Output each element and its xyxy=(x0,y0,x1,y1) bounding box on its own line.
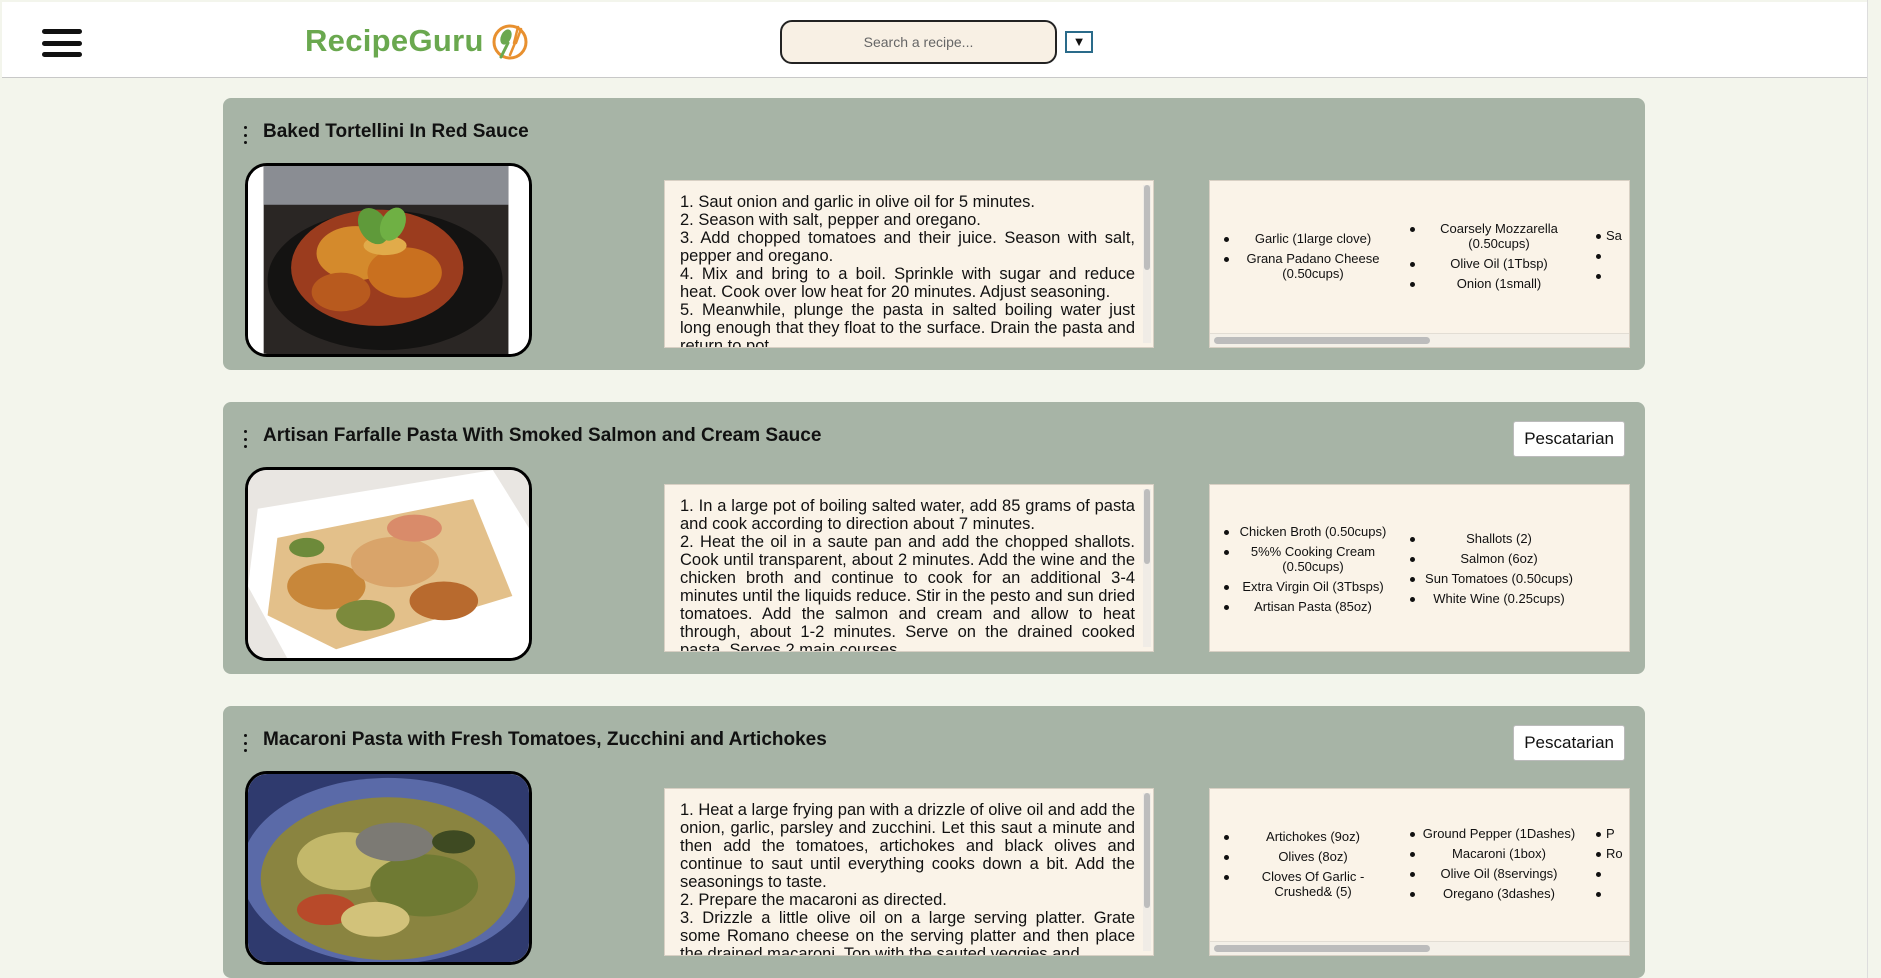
ingredients-column: P Ro xyxy=(1582,789,1629,939)
ingredient-item: P xyxy=(1582,824,1629,844)
ingredient-item: 5%% Cooking Cream (0.50cups) xyxy=(1210,542,1390,577)
ingredient-item: Coarsely Mozzarella (0.50cups) xyxy=(1396,219,1576,254)
ingredient-item: Macaroni (1box) xyxy=(1396,844,1576,864)
recipe-title: Macaroni Pasta with Fresh Tomatoes, Zucc… xyxy=(263,729,827,750)
recipe-photo xyxy=(245,771,532,965)
ingredient-item xyxy=(1582,246,1629,266)
instructions-panel[interactable]: 1. Saut onion and garlic in olive oil fo… xyxy=(664,180,1154,348)
ingredient-item: Oregano (3dashes) xyxy=(1396,884,1576,904)
search-filter-dropdown-button[interactable]: ▼ xyxy=(1065,31,1093,53)
ingredient-item: Ground Pepper (1Dashes) xyxy=(1396,824,1576,844)
diet-badge: Pescatarian xyxy=(1513,725,1625,761)
logo-text: RecipeGuru xyxy=(305,23,484,58)
recipe-card[interactable]: Artisan Farfalle Pasta With Smoked Salmo… xyxy=(223,402,1645,674)
ingredient-item: Sa xyxy=(1582,226,1629,246)
ingredients-scrollbar[interactable] xyxy=(1210,941,1629,955)
ingredient-item: Ro xyxy=(1582,844,1629,864)
ingredient-item: Artichokes (9oz) xyxy=(1210,827,1390,847)
instructions-scrollbar[interactable] xyxy=(1143,793,1151,951)
ingredient-item: Cloves Of Garlic - Crushed& (5) xyxy=(1210,867,1390,902)
fork-spoon-logo-icon xyxy=(492,24,528,60)
ingredient-item: Onion (1small) xyxy=(1396,274,1576,294)
app-logo[interactable]: RecipeGuru xyxy=(305,20,530,62)
instructions-panel[interactable]: 1. In a large pot of boiling salted wate… xyxy=(664,484,1154,652)
ingredients-panel[interactable]: Artichokes (9oz) Olives (8oz) Cloves Of … xyxy=(1209,788,1630,956)
instructions-text: 1. In a large pot of boiling salted wate… xyxy=(680,497,1135,652)
instructions-scrollbar[interactable] xyxy=(1143,185,1151,343)
recipe-card[interactable]: Baked Tortellini In Red Sauce 1. Saut on… xyxy=(223,98,1645,370)
ingredients-scrollbar[interactable] xyxy=(1210,333,1629,347)
ingredient-item: Extra Virgin Oil (3Tbsps) xyxy=(1210,577,1390,597)
ingredient-item: White Wine (0.25cups) xyxy=(1396,589,1576,609)
ingredient-item xyxy=(1582,884,1629,904)
instructions-panel[interactable]: 1. Heat a large frying pan with a drizzl… xyxy=(664,788,1154,956)
ingredients-panel[interactable]: Garlic (1large clove) Grana Padano Chees… xyxy=(1209,180,1630,348)
top-navbar: RecipeGuru ▼ xyxy=(2,2,1867,78)
ingredients-column: Shallots (2) Salmon (6oz) Sun Tomatoes (… xyxy=(1396,485,1576,651)
recipe-photo xyxy=(245,467,532,661)
ingredient-item: Olive Oil (1Tbsp) xyxy=(1396,254,1576,274)
instructions-text: 1. Heat a large frying pan with a drizzl… xyxy=(680,801,1135,956)
ingredients-column: Ground Pepper (1Dashes) Macaroni (1box) … xyxy=(1396,789,1576,939)
ingredient-item: Grana Padano Cheese (0.50cups) xyxy=(1210,249,1390,284)
instructions-text: 1. Saut onion and garlic in olive oil fo… xyxy=(680,193,1135,348)
recipe-title: Baked Tortellini In Red Sauce xyxy=(263,121,529,142)
ingredients-column: Chicken Broth (0.50cups) 5%% Cooking Cre… xyxy=(1210,485,1390,651)
ingredient-item: Salmon (6oz) xyxy=(1396,549,1576,569)
ingredient-item: Sun Tomatoes (0.50cups) xyxy=(1396,569,1576,589)
recipe-title: Artisan Farfalle Pasta With Smoked Salmo… xyxy=(263,425,822,446)
card-options-icon[interactable] xyxy=(241,734,249,752)
ingredient-item: Shallots (2) xyxy=(1396,529,1576,549)
ingredient-item: Artisan Pasta (85oz) xyxy=(1210,597,1390,617)
ingredient-item: Olives (8oz) xyxy=(1210,847,1390,867)
ingredient-item xyxy=(1582,266,1629,286)
ingredient-item: Chicken Broth (0.50cups) xyxy=(1210,522,1390,542)
ingredients-column: Artichokes (9oz) Olives (8oz) Cloves Of … xyxy=(1210,789,1390,939)
ingredients-column: Coarsely Mozzarella (0.50cups) Olive Oil… xyxy=(1396,181,1576,331)
hamburger-menu-icon[interactable] xyxy=(42,29,82,57)
ingredients-column: Sa xyxy=(1582,181,1629,331)
card-options-icon[interactable] xyxy=(241,430,249,448)
recipe-card[interactable]: Macaroni Pasta with Fresh Tomatoes, Zucc… xyxy=(223,706,1645,978)
recipe-photo xyxy=(245,163,532,357)
recipe-search-input[interactable] xyxy=(780,20,1057,64)
diet-badge: Pescatarian xyxy=(1513,421,1625,457)
ingredients-panel[interactable]: Chicken Broth (0.50cups) 5%% Cooking Cre… xyxy=(1209,484,1630,652)
ingredients-column: Garlic (1large clove) Grana Padano Chees… xyxy=(1210,181,1390,331)
instructions-scrollbar[interactable] xyxy=(1143,489,1151,647)
ingredient-item: Garlic (1large clove) xyxy=(1210,229,1390,249)
ingredient-item xyxy=(1582,864,1629,884)
page-scrollbar[interactable] xyxy=(1867,0,1881,978)
card-options-icon[interactable] xyxy=(241,126,249,144)
ingredient-item: Olive Oil (8servings) xyxy=(1396,864,1576,884)
